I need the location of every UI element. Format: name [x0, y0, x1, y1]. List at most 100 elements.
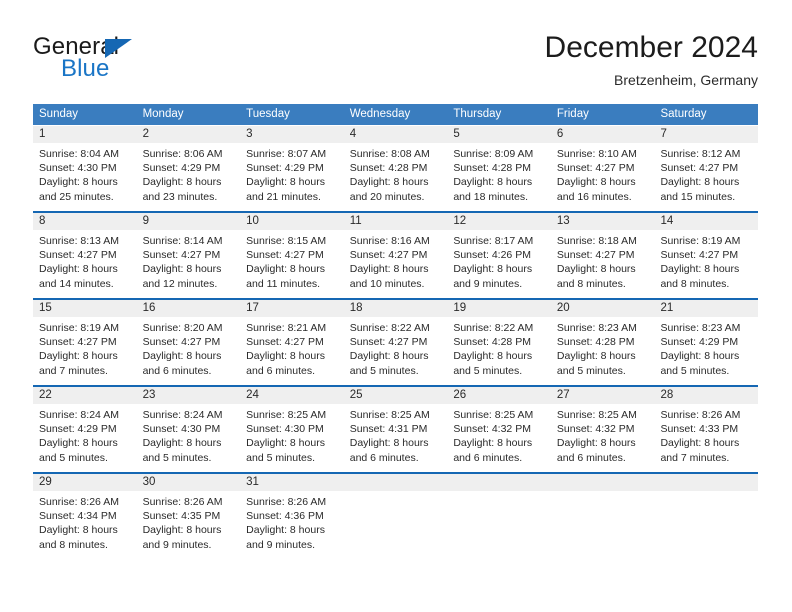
day-details: Sunrise: 8:16 AM Sunset: 4:27 PM Daylight:… [344, 230, 448, 291]
day-details: Sunrise: 8:19 AM Sunset: 4:27 PM Daylight:… [654, 230, 758, 291]
day-cell[interactable]: 17 Sunrise: 8:21 AM Sunset: 4:27 PM Dayligh… [240, 300, 344, 378]
day-cell[interactable]: 15 Sunrise: 8:19 AM Sunset: 4:27 PM Dayligh… [33, 300, 137, 378]
daylight-duration-line1: Daylight: 8 hours [453, 263, 533, 276]
daylight-duration-line1: Daylight: 8 hours [556, 176, 636, 189]
sunrise-time: Sunrise: 8:25 AM [349, 409, 430, 421]
daylight-duration-line1: Daylight: 8 hours [349, 350, 429, 363]
day-cell[interactable]: 11 Sunrise: 8:16 AM Sunset: 4:27 PM Dayligh… [343, 213, 448, 291]
calendar-weeks: 1 Sunrise: 8:04 AM Sunset: 4:30 PM Daylight… [33, 126, 759, 552]
daylight-duration-line2: and 6 minutes. [142, 364, 212, 377]
day-cell[interactable]: 16 Sunrise: 8:20 AM Sunset: 4:27 PM Dayligh… [136, 300, 241, 378]
day-details: Sunrise: 8:21 AM Sunset: 4:27 PM Daylight:… [240, 317, 344, 378]
day-cell[interactable]: 27 Sunrise: 8:25 AM Sunset: 4:32 PM Dayligh… [550, 387, 655, 465]
day-cell[interactable]: 25 Sunrise: 8:25 AM Sunset: 4:31 PM Dayligh… [343, 387, 448, 465]
sunset-time: Sunset: 4:28 PM [453, 336, 531, 349]
day-cell[interactable]: 3 Sunrise: 8:07 AM Sunset: 4:29 PM Daylight… [240, 126, 344, 204]
day-cell[interactable]: 1 Sunrise: 8:04 AM Sunset: 4:30 PM Daylight… [33, 126, 137, 204]
day-cell[interactable]: 26 Sunrise: 8:25 AM Sunset: 4:32 PM Dayligh… [447, 387, 551, 465]
logo-text-blue: Blue [61, 55, 110, 82]
day-number: 3 [240, 126, 344, 143]
day-number: 20 [550, 300, 655, 317]
day-number: 30 [136, 474, 241, 491]
daylight-duration-line2: and 15 minutes. [660, 190, 736, 203]
day-cell[interactable]: 14 Sunrise: 8:19 AM Sunset: 4:27 PM Dayligh… [654, 213, 759, 291]
daylight-duration-line2: and 6 minutes. [556, 451, 626, 464]
day-cell[interactable]: 10 Sunrise: 8:15 AM Sunset: 4:27 PM Dayligh… [240, 213, 344, 291]
daylight-duration-line2: and 8 minutes. [39, 538, 108, 551]
day-cell-empty [447, 474, 551, 552]
day-cell[interactable]: 31 Sunrise: 8:26 AM Sunset: 4:36 PM Dayligh… [240, 474, 344, 552]
daylight-duration-line1: Daylight: 8 hours [556, 263, 636, 276]
sunset-time: Sunset: 4:28 PM [453, 162, 531, 175]
day-cell[interactable]: 13 Sunrise: 8:18 AM Sunset: 4:27 PM Dayligh… [550, 213, 655, 291]
day-details: Sunrise: 8:25 AM Sunset: 4:32 PM Daylight:… [551, 404, 655, 465]
daylight-duration-line1: Daylight: 8 hours [39, 524, 118, 537]
day-cell[interactable]: 2 Sunrise: 8:06 AM Sunset: 4:29 PM Daylight… [136, 126, 241, 204]
daylight-duration-line2: and 5 minutes. [453, 364, 523, 377]
calendar-week-row: 15 Sunrise: 8:19 AM Sunset: 4:27 PM Dayligh… [33, 298, 759, 378]
day-details [447, 491, 551, 552]
daylight-duration-line2: and 7 minutes. [660, 451, 730, 464]
sunrise-time: Sunrise: 8:13 AM [39, 235, 119, 247]
day-cell[interactable]: 5 Sunrise: 8:09 AM Sunset: 4:28 PM Daylight… [447, 126, 551, 204]
sunrise-time: Sunrise: 8:04 AM [39, 148, 119, 160]
day-number: 28 [654, 387, 759, 404]
day-number: 19 [447, 300, 551, 317]
sunrise-time: Sunrise: 8:20 AM [142, 322, 223, 334]
weekday-header-monday: Monday [142, 108, 184, 120]
day-details: Sunrise: 8:06 AM Sunset: 4:29 PM Daylight:… [137, 143, 241, 204]
day-cell[interactable]: 18 Sunrise: 8:22 AM Sunset: 4:27 PM Dayligh… [343, 300, 448, 378]
day-details: Sunrise: 8:25 AM Sunset: 4:31 PM Daylight:… [344, 404, 448, 465]
sunset-time: Sunset: 4:29 PM [39, 423, 117, 436]
daylight-duration-line2: and 6 minutes. [246, 364, 316, 377]
day-cell[interactable]: 6 Sunrise: 8:10 AM Sunset: 4:27 PM Daylight… [550, 126, 655, 204]
sunset-time: Sunset: 4:29 PM [660, 336, 739, 349]
sunrise-time: Sunrise: 8:26 AM [39, 496, 119, 508]
sunset-time: Sunset: 4:27 PM [556, 162, 635, 175]
day-details: Sunrise: 8:24 AM Sunset: 4:29 PM Daylight:… [33, 404, 137, 465]
sunset-time: Sunset: 4:31 PM [349, 423, 428, 436]
day-cell[interactable]: 29 Sunrise: 8:26 AM Sunset: 4:34 PM Dayligh… [33, 474, 137, 552]
sunrise-time: Sunrise: 8:21 AM [246, 322, 327, 334]
daylight-duration-line2: and 5 minutes. [660, 364, 730, 377]
daylight-duration-line2: and 9 minutes. [453, 277, 523, 290]
daylight-duration-line1: Daylight: 8 hours [39, 176, 118, 189]
daylight-duration-line1: Daylight: 8 hours [556, 350, 636, 363]
day-details: Sunrise: 8:14 AM Sunset: 4:27 PM Daylight:… [137, 230, 241, 291]
sunrise-time: Sunrise: 8:26 AM [660, 409, 741, 421]
day-cell[interactable]: 22 Sunrise: 8:24 AM Sunset: 4:29 PM Dayligh… [33, 387, 137, 465]
calendar-week-row: 8 Sunrise: 8:13 AM Sunset: 4:27 PM Daylight… [33, 211, 759, 291]
day-cell[interactable]: 24 Sunrise: 8:25 AM Sunset: 4:30 PM Dayligh… [240, 387, 344, 465]
day-cell[interactable]: 4 Sunrise: 8:08 AM Sunset: 4:28 PM Daylight… [343, 126, 448, 204]
day-number [343, 474, 448, 491]
sunrise-time: Sunrise: 8:12 AM [660, 148, 741, 160]
day-cell[interactable]: 20 Sunrise: 8:23 AM Sunset: 4:28 PM Dayligh… [550, 300, 655, 378]
daylight-duration-line1: Daylight: 8 hours [142, 263, 222, 276]
sunrise-time: Sunrise: 8:19 AM [660, 235, 741, 247]
day-number: 23 [136, 387, 241, 404]
day-details: Sunrise: 8:09 AM Sunset: 4:28 PM Daylight:… [447, 143, 551, 204]
day-cell[interactable]: 28 Sunrise: 8:26 AM Sunset: 4:33 PM Dayligh… [654, 387, 759, 465]
daylight-duration-line2: and 8 minutes. [556, 277, 626, 290]
daylight-duration-line1: Daylight: 8 hours [246, 437, 325, 450]
day-cell[interactable]: 12 Sunrise: 8:17 AM Sunset: 4:26 PM Dayligh… [447, 213, 551, 291]
day-cell[interactable]: 9 Sunrise: 8:14 AM Sunset: 4:27 PM Daylight… [136, 213, 241, 291]
day-cell[interactable]: 30 Sunrise: 8:26 AM Sunset: 4:35 PM Dayligh… [136, 474, 241, 552]
day-cell[interactable]: 7 Sunrise: 8:12 AM Sunset: 4:27 PM Daylight… [654, 126, 759, 204]
day-cell[interactable]: 23 Sunrise: 8:24 AM Sunset: 4:30 PM Dayligh… [136, 387, 241, 465]
page-title: December 2024 [544, 31, 758, 64]
daylight-duration-line2: and 25 minutes. [39, 190, 114, 203]
day-details: Sunrise: 8:25 AM Sunset: 4:32 PM Daylight:… [447, 404, 551, 465]
day-details: Sunrise: 8:26 AM Sunset: 4:35 PM Daylight:… [137, 491, 241, 552]
day-cell[interactable]: 21 Sunrise: 8:23 AM Sunset: 4:29 PM Dayligh… [654, 300, 759, 378]
sunrise-time: Sunrise: 8:26 AM [142, 496, 223, 508]
daylight-duration-line1: Daylight: 8 hours [660, 350, 740, 363]
daylight-duration-line2: and 6 minutes. [349, 451, 419, 464]
day-number: 15 [33, 300, 137, 317]
day-cell[interactable]: 19 Sunrise: 8:22 AM Sunset: 4:28 PM Dayligh… [447, 300, 551, 378]
sunset-time: Sunset: 4:27 PM [660, 249, 739, 262]
daylight-duration-line1: Daylight: 8 hours [349, 176, 429, 189]
day-cell[interactable]: 8 Sunrise: 8:13 AM Sunset: 4:27 PM Daylight… [33, 213, 137, 291]
day-number: 18 [343, 300, 448, 317]
daylight-duration-line2: and 9 minutes. [142, 538, 212, 551]
